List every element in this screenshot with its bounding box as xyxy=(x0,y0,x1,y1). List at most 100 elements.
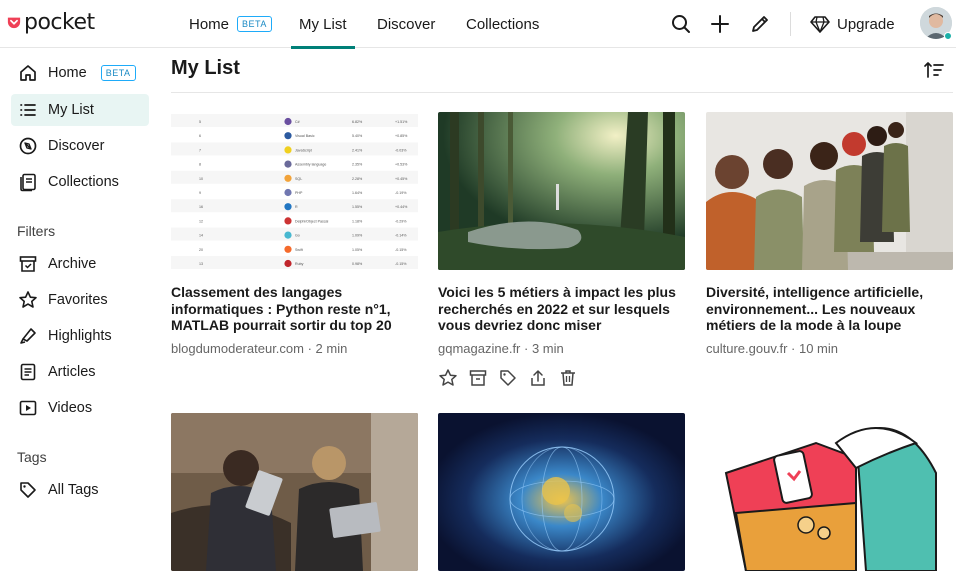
topnav-collections-label: Collections xyxy=(466,15,540,33)
office-meeting-image xyxy=(171,413,418,571)
table-rank: 20 xyxy=(199,248,203,252)
bulk-edit-button[interactable] xyxy=(748,12,772,36)
card-thumbnail-4[interactable] xyxy=(171,413,418,571)
sidebar-item-discover-label: Discover xyxy=(48,138,105,154)
sidebar-item-collections[interactable]: Collections xyxy=(11,166,149,198)
table-percent: 1.64% xyxy=(352,191,363,195)
tag-action[interactable] xyxy=(498,368,528,388)
table-change: -0.15% xyxy=(395,262,407,266)
table-percent: 1.55% xyxy=(352,205,363,209)
language-logo xyxy=(284,132,292,140)
card-meta-1: blogdumoderateur.com · 2 min xyxy=(171,341,348,356)
language-logo xyxy=(284,117,292,126)
plus-icon xyxy=(711,15,729,33)
highlighter-icon xyxy=(20,328,36,344)
pocket-logo[interactable]: pocket xyxy=(7,9,95,35)
topnav-collections[interactable]: Collections xyxy=(466,0,539,48)
sidebar-item-videos[interactable]: Videos xyxy=(11,392,149,424)
topnav-my-list[interactable]: My List xyxy=(291,0,355,49)
card-title-1[interactable]: Classement des langages informatiques : … xyxy=(171,284,421,334)
card-time-1: 2 min xyxy=(315,341,348,356)
card-thumbnail-1[interactable]: 5 C# 6.82% +1.51% 6 Visual Basic 5.40% +0.85% 7 J… xyxy=(171,112,418,270)
table-language: JavaScript xyxy=(295,148,312,152)
header-divider xyxy=(790,12,791,36)
language-logo xyxy=(284,188,292,197)
card-thumbnail-5[interactable] xyxy=(438,413,685,571)
language-logo xyxy=(284,203,292,211)
topnav-home-label: Home xyxy=(189,15,230,33)
sidebar-item-discover[interactable]: Discover xyxy=(11,130,149,162)
pocket-logo-icon xyxy=(7,17,21,29)
pencil-icon xyxy=(752,16,768,32)
share-action[interactable] xyxy=(528,368,558,388)
sidebar-item-favorites[interactable]: Favorites xyxy=(11,284,149,316)
star-icon xyxy=(439,369,457,386)
sort-icon xyxy=(924,62,944,78)
search-icon xyxy=(672,15,690,33)
star-icon xyxy=(19,291,37,308)
table-change: +0.44% xyxy=(395,205,408,209)
sidebar-item-archive-label: Archive xyxy=(48,256,97,272)
card-title-3[interactable]: Diversité, intelligence artificielle, en… xyxy=(706,284,956,334)
table-language: Assembly language xyxy=(295,163,326,167)
table-rank: 13 xyxy=(199,262,203,266)
table-change: +0.85% xyxy=(395,134,408,138)
sidebar-item-highlights[interactable]: Highlights xyxy=(11,320,149,352)
share-icon xyxy=(531,370,545,386)
topnav-my-list-label: My List xyxy=(299,15,347,33)
tag-icon xyxy=(20,482,36,498)
card-time-3: 10 min xyxy=(798,341,839,356)
topnav-home[interactable]: Home BETA xyxy=(189,0,272,48)
forest-image xyxy=(438,112,685,270)
table-change: -0.29% xyxy=(395,219,407,223)
card-thumbnail-2[interactable] xyxy=(438,112,685,270)
delete-action[interactable] xyxy=(558,368,588,388)
table-change: -0.19% xyxy=(395,191,407,195)
table-change: +1.51% xyxy=(395,120,408,124)
favorite-action[interactable] xyxy=(438,368,468,388)
table-rank: 7 xyxy=(199,148,201,152)
card-actions-2 xyxy=(438,368,588,388)
sidebar-item-videos-label: Videos xyxy=(48,400,93,416)
search-button[interactable] xyxy=(669,12,693,36)
topnav-discover[interactable]: Discover xyxy=(377,0,435,48)
language-logo xyxy=(284,259,292,268)
table-rank: 9 xyxy=(199,191,201,195)
sidebar-item-articles[interactable]: Articles xyxy=(11,356,149,388)
sidebar-item-my-list[interactable]: My List xyxy=(11,94,149,126)
table-percent: 2.41% xyxy=(352,148,363,152)
treasure-chest-illustration xyxy=(724,427,937,571)
card-thumbnail-3[interactable] xyxy=(706,112,953,270)
sidebar-item-all-tags[interactable]: All Tags xyxy=(11,474,149,506)
table-language: PHP xyxy=(295,191,303,195)
add-item-button[interactable] xyxy=(708,12,732,36)
ranking-table-image: 5 C# 6.82% +1.51% 6 Visual Basic 5.40% +0.85% 7 J… xyxy=(171,114,418,269)
page-title: My List xyxy=(171,57,240,79)
card-title-2[interactable]: Voici les 5 métiers à impact les plus re… xyxy=(438,284,688,334)
online-status-dot xyxy=(944,32,952,40)
sidebar-item-home[interactable]: Home BETA xyxy=(11,57,149,89)
list-icon xyxy=(20,104,36,116)
sidebar-item-favorites-label: Favorites xyxy=(48,292,108,308)
tags-heading: Tags xyxy=(17,449,47,465)
sort-button[interactable] xyxy=(923,60,945,85)
table-rank: 8 xyxy=(199,163,201,167)
card-meta-3: culture.gouv.fr · 10 min xyxy=(706,341,839,356)
table-percent: 6.82% xyxy=(352,120,363,124)
logo-text: pocket xyxy=(24,9,95,35)
language-logo xyxy=(284,160,292,168)
archive-icon xyxy=(469,370,487,386)
sidebar-item-collections-label: Collections xyxy=(48,174,119,190)
upgrade-button[interactable]: Upgrade xyxy=(810,12,895,36)
card-thumbnail-6[interactable] xyxy=(706,413,953,571)
table-rank: 5 xyxy=(199,120,201,124)
archive-action[interactable] xyxy=(468,368,498,388)
language-logo xyxy=(284,245,292,253)
card-meta-2: gqmagazine.fr · 3 min xyxy=(438,341,564,356)
sidebar-item-archive[interactable]: Archive xyxy=(11,248,149,280)
archive-icon xyxy=(19,256,37,272)
sidebar-item-all-tags-label: All Tags xyxy=(48,482,99,498)
sidebar-item-articles-label: Articles xyxy=(48,364,96,380)
table-percent: 2.28% xyxy=(352,177,363,181)
filters-heading: Filters xyxy=(17,223,56,239)
